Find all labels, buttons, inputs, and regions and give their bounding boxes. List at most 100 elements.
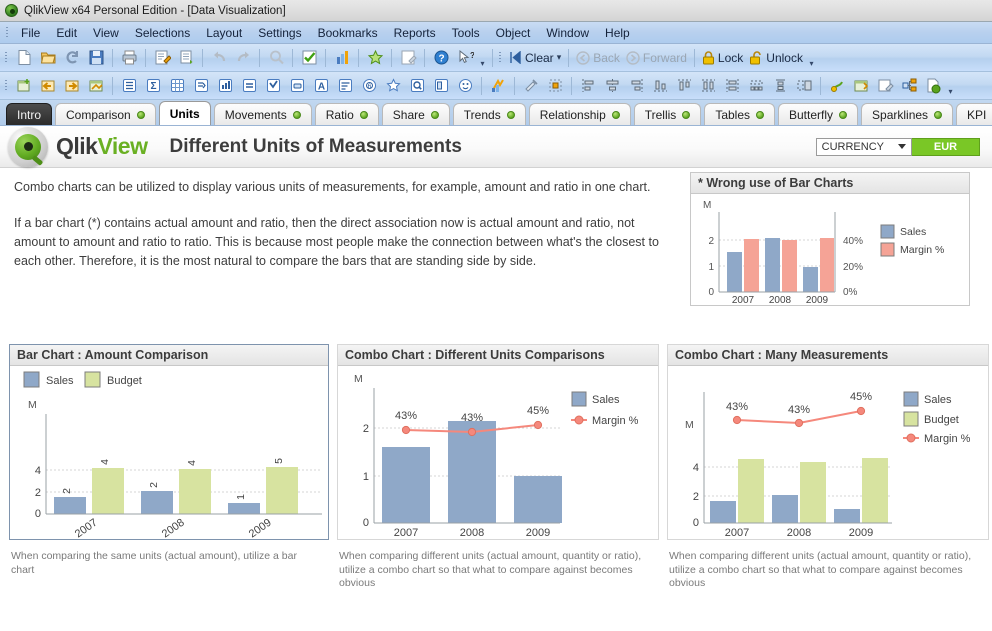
size-equal-icon[interactable] [793, 75, 815, 97]
current-selections-icon[interactable] [298, 47, 320, 69]
input-box-icon[interactable] [238, 75, 260, 97]
table-viewer-icon[interactable] [175, 47, 197, 69]
help-icon[interactable]: ? [430, 47, 452, 69]
text-object-icon[interactable]: A [310, 75, 332, 97]
combo-chart-many-measurements-svg[interactable]: M 0 2 4 43% 43% 45% 2007 2008 2009 Sales… [668, 366, 988, 539]
sheet-tab-units[interactable]: Units [158, 101, 211, 125]
menu-file[interactable]: File [13, 24, 48, 42]
sheet-tab-sparklines[interactable]: Sparklines [861, 103, 954, 125]
search-object-icon[interactable] [406, 75, 428, 97]
open-document-icon[interactable] [37, 47, 59, 69]
clear-selections-button[interactable]: Clear ▾ [506, 51, 564, 65]
list-box-icon[interactable] [118, 75, 140, 97]
link-objects-icon[interactable] [898, 75, 920, 97]
button-object-icon[interactable] [286, 75, 308, 97]
distribute-horizontal-icon[interactable] [697, 75, 719, 97]
align-top-icon[interactable] [673, 75, 695, 97]
combo-chart-different-units-svg[interactable]: M 0 1 2 43% 43% 45% 2007 2008 2009 Sales… [338, 366, 658, 539]
edit-module-icon[interactable] [397, 47, 419, 69]
sheet-tab-ratio[interactable]: Ratio [314, 103, 379, 125]
custom-object-icon[interactable] [454, 75, 476, 97]
combo-chart-different-units-panel[interactable]: Combo Chart : Different Units Comparison… [337, 344, 659, 540]
new-document-icon[interactable] [13, 47, 35, 69]
align-center-icon[interactable] [601, 75, 623, 97]
statistics-box-icon[interactable]: Σ [142, 75, 164, 97]
standard-toolbar-overflow-button[interactable]: ▾ [477, 48, 488, 68]
context-help-icon[interactable]: ? [454, 47, 476, 69]
print-icon[interactable] [118, 47, 140, 69]
menu-tools[interactable]: Tools [444, 24, 488, 42]
search-icon[interactable] [265, 47, 287, 69]
sheet-tab-share[interactable]: Share [381, 103, 450, 125]
align-right-icon[interactable] [625, 75, 647, 97]
space-across-icon[interactable] [745, 75, 767, 97]
design-grid-icon[interactable] [520, 75, 542, 97]
system-table-icon[interactable] [487, 75, 509, 97]
menu-object[interactable]: Object [488, 24, 539, 42]
sheet-tab-movements[interactable]: Movements [213, 103, 312, 125]
sheet-tab-tables[interactable]: Tables [704, 103, 775, 125]
standard-toolbar-grip[interactable] [3, 50, 10, 66]
align-bottom-icon[interactable] [649, 75, 671, 97]
save-icon[interactable] [85, 47, 107, 69]
promote-icon[interactable] [826, 75, 848, 97]
favorites-icon[interactable] [364, 47, 386, 69]
sheet-tab-butterfly[interactable]: Butterfly [778, 103, 859, 125]
space-down-icon[interactable] [769, 75, 791, 97]
bookmark-object-icon[interactable] [382, 75, 404, 97]
previous-sheet-icon[interactable] [37, 75, 59, 97]
clear-dropdown-caret-icon[interactable]: ▾ [557, 52, 562, 63]
line-arrow-object-icon[interactable] [334, 75, 356, 97]
chart-icon[interactable] [331, 47, 353, 69]
menu-layout[interactable]: Layout [198, 24, 250, 42]
sheet-tab-relationship[interactable]: Relationship [528, 103, 631, 125]
next-sheet-icon[interactable] [61, 75, 83, 97]
lock-button[interactable]: Lock [699, 51, 746, 65]
design-toolbar-overflow-button[interactable]: ▾ [945, 76, 956, 96]
align-left-icon[interactable] [577, 75, 599, 97]
currency-selected-value[interactable]: EUR [912, 137, 980, 156]
table-box-icon[interactable] [166, 75, 188, 97]
edit-expression-icon[interactable] [874, 75, 896, 97]
new-sheet-icon[interactable] [13, 75, 35, 97]
menu-bookmarks[interactable]: Bookmarks [310, 24, 386, 42]
reload-icon[interactable] [61, 47, 83, 69]
back-button[interactable]: Back [573, 51, 623, 65]
design-toolbar-grip[interactable] [3, 78, 10, 94]
multi-box-icon[interactable] [190, 75, 212, 97]
menu-help[interactable]: Help [597, 24, 638, 42]
snap-to-grid-icon[interactable] [544, 75, 566, 97]
demote-icon[interactable] [850, 75, 872, 97]
combo-chart-many-measurements-panel[interactable]: Combo Chart : Many Measurements M 0 2 4 [667, 344, 989, 540]
selection-toolbar-overflow-button[interactable]: ▾ [806, 48, 817, 68]
menu-edit[interactable]: Edit [48, 24, 85, 42]
container-object-icon[interactable] [430, 75, 452, 97]
wrong-use-bar-chart-panel[interactable]: * Wrong use of Bar Charts M 0 1 2 0% 20%… [690, 172, 970, 306]
menu-grip-handle[interactable] [4, 25, 11, 41]
edit-script-icon[interactable] [151, 47, 173, 69]
sheet-tab-comparison[interactable]: Comparison [55, 103, 156, 125]
distribute-vertical-icon[interactable] [721, 75, 743, 97]
menu-reports[interactable]: Reports [386, 24, 444, 42]
menu-view[interactable]: View [85, 24, 127, 42]
forward-button[interactable]: Forward [623, 51, 690, 65]
sheet-tab-kpi[interactable]: KPI [956, 103, 992, 125]
sheet-tab-trends[interactable]: Trends [452, 103, 526, 125]
menu-window[interactable]: Window [538, 24, 597, 42]
sheet-properties-icon[interactable] [85, 75, 107, 97]
undo-icon[interactable] [208, 47, 230, 69]
chart-object-icon[interactable] [214, 75, 236, 97]
unlock-button[interactable]: Unlock [746, 51, 806, 65]
menu-settings[interactable]: Settings [250, 24, 309, 42]
bar-chart-amount-comparison-svg[interactable]: Sales Budget M 0 2 4 2 4 2 4 1 5 2007 20… [10, 366, 328, 540]
slider-calendar-icon[interactable]: 6 [358, 75, 380, 97]
web-publish-icon[interactable] [922, 75, 944, 97]
redo-icon[interactable] [232, 47, 254, 69]
menu-selections[interactable]: Selections [127, 24, 198, 42]
currency-dropdown[interactable]: CURRENCY [815, 137, 912, 156]
sheet-tab-trellis[interactable]: Trellis [633, 103, 702, 125]
wrong-use-bar-chart-svg[interactable]: M 0 1 2 0% 20% 40% 2007 2008 2009 Sales … [691, 194, 969, 306]
selection-toolbar-grip[interactable] [497, 50, 504, 66]
sheet-tab-intro[interactable]: Intro [6, 103, 53, 125]
bar-chart-amount-comparison-panel[interactable]: Bar Chart : Amount Comparison Sales Budg… [9, 344, 329, 540]
